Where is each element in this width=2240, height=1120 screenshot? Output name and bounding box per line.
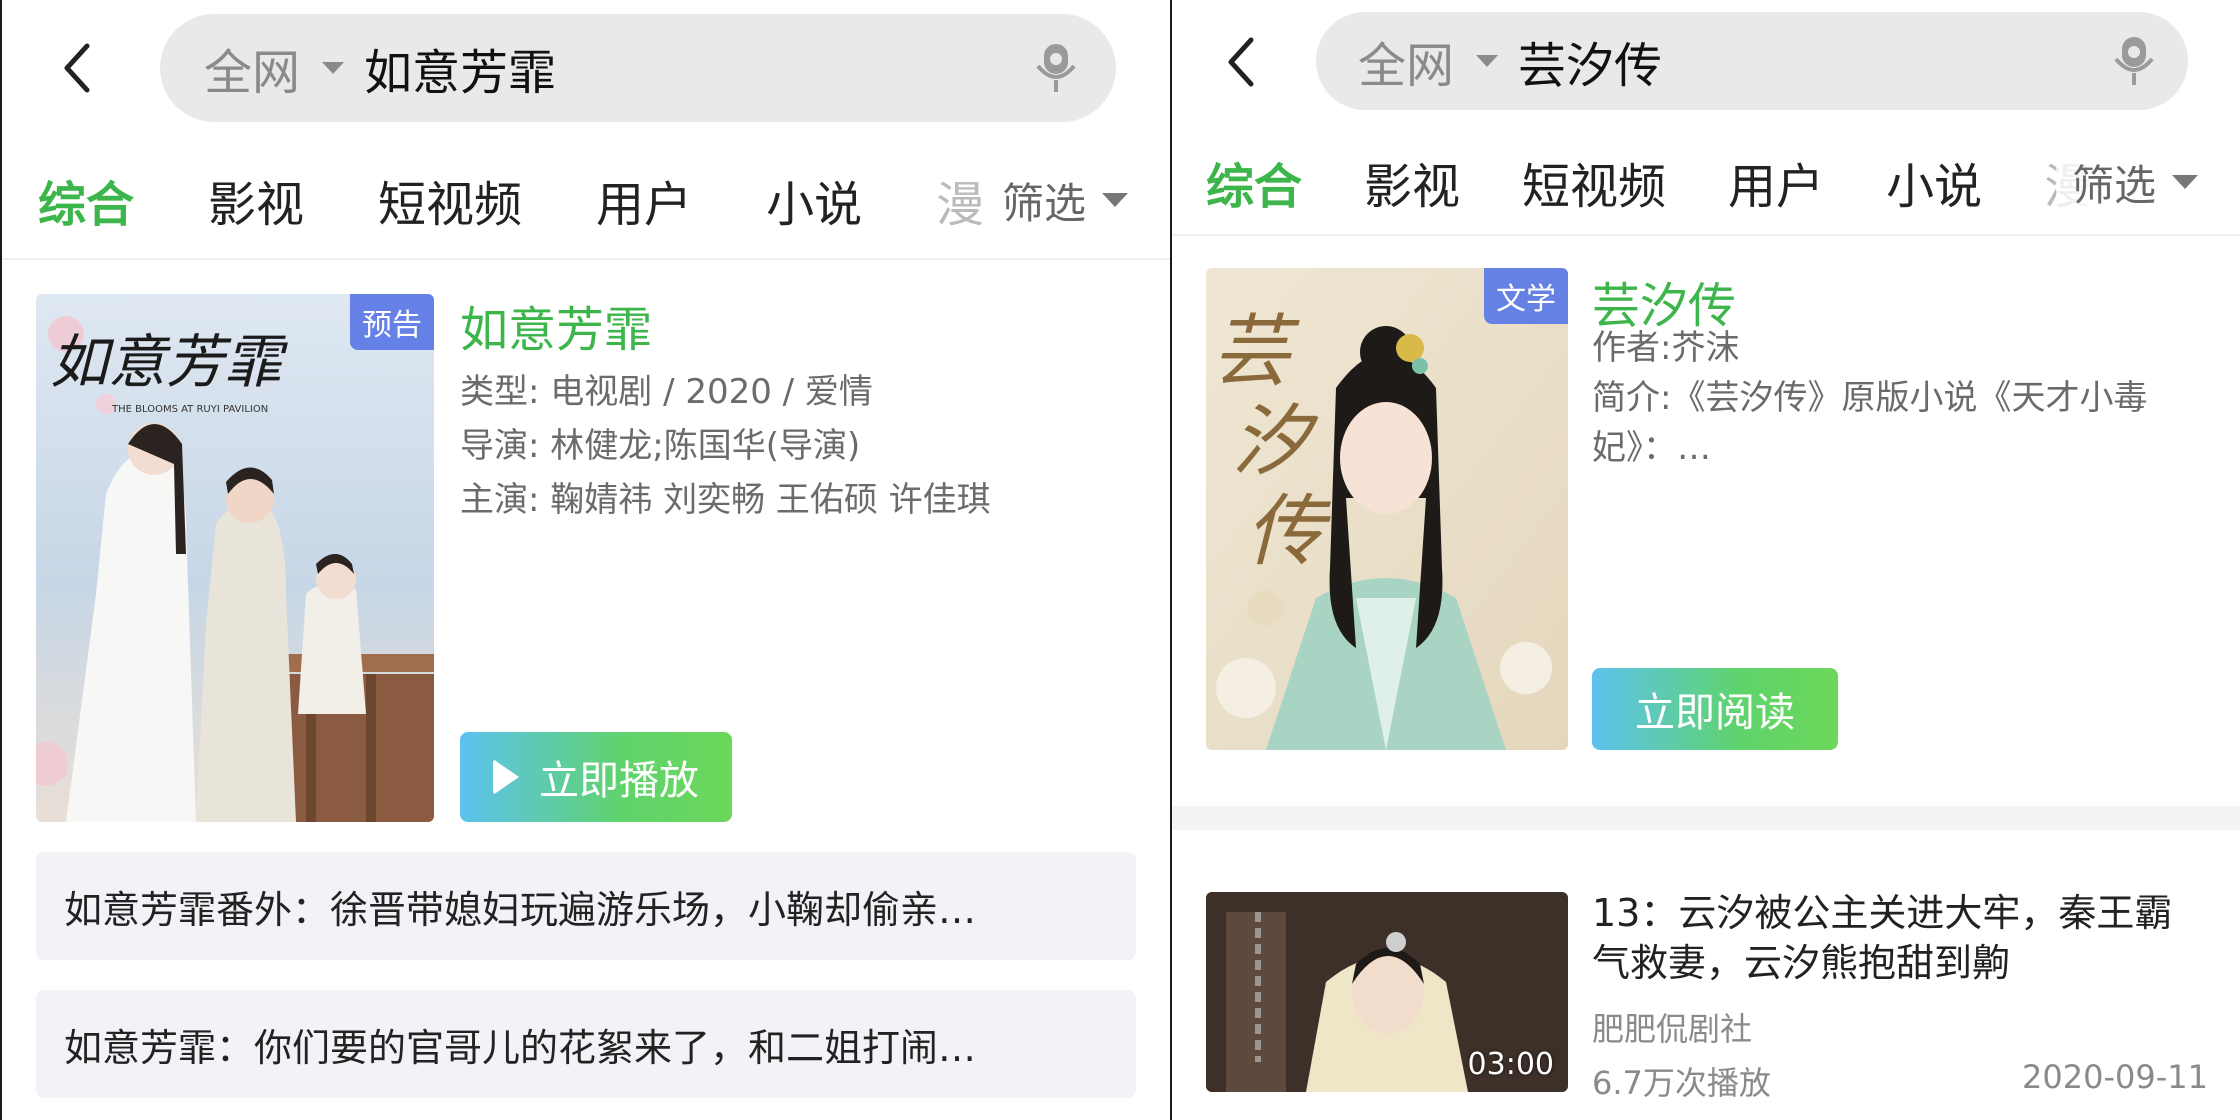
video-duration: 03:00 xyxy=(1467,1047,1554,1082)
tab-film-tv[interactable]: 影视 xyxy=(1364,147,1460,217)
left-screen: 全网 如意芳霏 综合 影视 短视频 用户 小说 漫 筛选 如意芳霏 THE BL… xyxy=(0,0,1170,1120)
microphone-icon[interactable] xyxy=(1034,42,1078,94)
drama-poster[interactable]: 如意芳霏 THE BLOOMS AT RUYI PAVILION 预告 xyxy=(36,294,434,822)
related-video-1[interactable]: 如意芳霏番外：徐晋带媳妇玩遍游乐场，小鞠却偷亲… xyxy=(36,852,1136,960)
poster-calligraphy: 如意芳霏 xyxy=(50,328,288,396)
cover-calligraphy: 传 xyxy=(1246,487,1331,577)
play-now-label: 立即播放 xyxy=(539,758,699,804)
frame-edge xyxy=(0,0,2,1120)
tab-comics[interactable]: 漫 xyxy=(936,165,984,235)
search-scope-label[interactable]: 全网 xyxy=(204,33,300,103)
tab-short-video[interactable]: 短视频 xyxy=(1522,147,1666,217)
book-summary-line-1: 简介:《芸汐传》原版小说《天才小毒 xyxy=(1592,378,2148,418)
literature-badge: 文学 xyxy=(1484,268,1568,324)
poster-subtitle: THE BLOOMS AT RUYI PAVILION xyxy=(111,404,268,415)
search-input[interactable]: 芸汐传 xyxy=(1518,26,2112,96)
section-separator xyxy=(1172,806,2240,830)
tab-comprehensive[interactable]: 综合 xyxy=(1206,147,1302,217)
search-bar[interactable]: 全网 如意芳霏 xyxy=(160,14,1116,122)
filter-caret-icon xyxy=(1102,193,1129,207)
read-now-button[interactable]: 立即阅读 xyxy=(1592,668,1838,750)
result-type: 类型: 电视剧 / 2020 / 爱情 xyxy=(460,372,873,412)
tab-short-video[interactable]: 短视频 xyxy=(378,165,522,235)
video-play-count: 6.7万次播放 xyxy=(1592,1064,1771,1102)
back-button[interactable] xyxy=(58,38,98,98)
filter-label: 筛选 xyxy=(1002,178,1087,228)
play-now-button[interactable]: 立即播放 xyxy=(460,732,732,822)
video-author[interactable]: 肥肥侃剧社 xyxy=(1592,1004,1752,1050)
tab-film-tv[interactable]: 影视 xyxy=(208,165,304,235)
dropdown-caret-icon[interactable] xyxy=(322,62,345,74)
tab-comprehensive[interactable]: 综合 xyxy=(38,165,134,235)
book-cover-image: 芸 汐 传 xyxy=(1206,268,1568,750)
tabs-divider xyxy=(1172,234,2240,236)
video-date: 2020-09-11 xyxy=(2022,1058,2208,1096)
play-icon xyxy=(493,759,519,795)
related-video-2[interactable]: 如意芳霏：你们要的官哥儿的花絮来了，和二姐打闹… xyxy=(36,990,1136,1098)
cover-calligraphy: 芸 xyxy=(1212,307,1300,397)
back-chevron-icon xyxy=(1228,37,1254,87)
tabs-divider xyxy=(0,258,1170,260)
tab-users[interactable]: 用户 xyxy=(1728,147,1824,217)
microphone-icon[interactable] xyxy=(2112,35,2156,87)
back-chevron-icon xyxy=(64,43,90,93)
book-cover[interactable]: 芸 汐 传 文学 xyxy=(1206,268,1568,750)
book-summary-line-2: 妃》：… xyxy=(1592,428,1711,468)
filter-button[interactable]: 筛选 xyxy=(986,168,1170,232)
tab-novels[interactable]: 小说 xyxy=(766,165,862,235)
read-now-label: 立即阅读 xyxy=(1635,690,1795,736)
back-button[interactable] xyxy=(1222,32,1262,92)
result-cast: 主演: 鞠婧祎 刘奕畅 王佑硕 许佳琪 xyxy=(460,480,991,520)
trailer-badge: 预告 xyxy=(350,294,434,350)
poster-image: 如意芳霏 THE BLOOMS AT RUYI PAVILION xyxy=(36,294,434,822)
cover-calligraphy: 汐 xyxy=(1232,397,1319,487)
book-author: 作者:芥沫 xyxy=(1592,328,1740,368)
search-scope-label[interactable]: 全网 xyxy=(1358,26,1454,96)
filter-label: 筛选 xyxy=(2072,160,2157,210)
result-director: 导演: 林健龙;陈国华(导演) xyxy=(460,426,861,466)
dropdown-caret-icon[interactable] xyxy=(1476,55,1499,67)
filter-caret-icon xyxy=(2172,175,2199,189)
video-thumbnail[interactable]: 03:00 xyxy=(1206,892,1568,1092)
search-bar[interactable]: 全网 芸汐传 xyxy=(1316,12,2188,110)
search-input[interactable]: 如意芳霏 xyxy=(364,33,1034,103)
right-screen: 全网 芸汐传 综合 影视 短视频 用户 小说 漫 筛选 xyxy=(1172,0,2240,1120)
video-title[interactable]: 13：云汐被公主关进大牢，秦王霸气救妻，云汐熊抱甜到齁 xyxy=(1592,888,2202,988)
tab-users[interactable]: 用户 xyxy=(596,165,692,235)
tab-novels[interactable]: 小说 xyxy=(1886,147,1982,217)
category-tabs: 综合 影视 短视频 用户 小说 漫 xyxy=(1206,147,2092,217)
result-title[interactable]: 如意芳霏 xyxy=(460,290,652,360)
filter-button[interactable]: 筛选 xyxy=(2056,150,2240,214)
category-tabs: 综合 影视 短视频 用户 小说 漫 xyxy=(38,165,984,235)
